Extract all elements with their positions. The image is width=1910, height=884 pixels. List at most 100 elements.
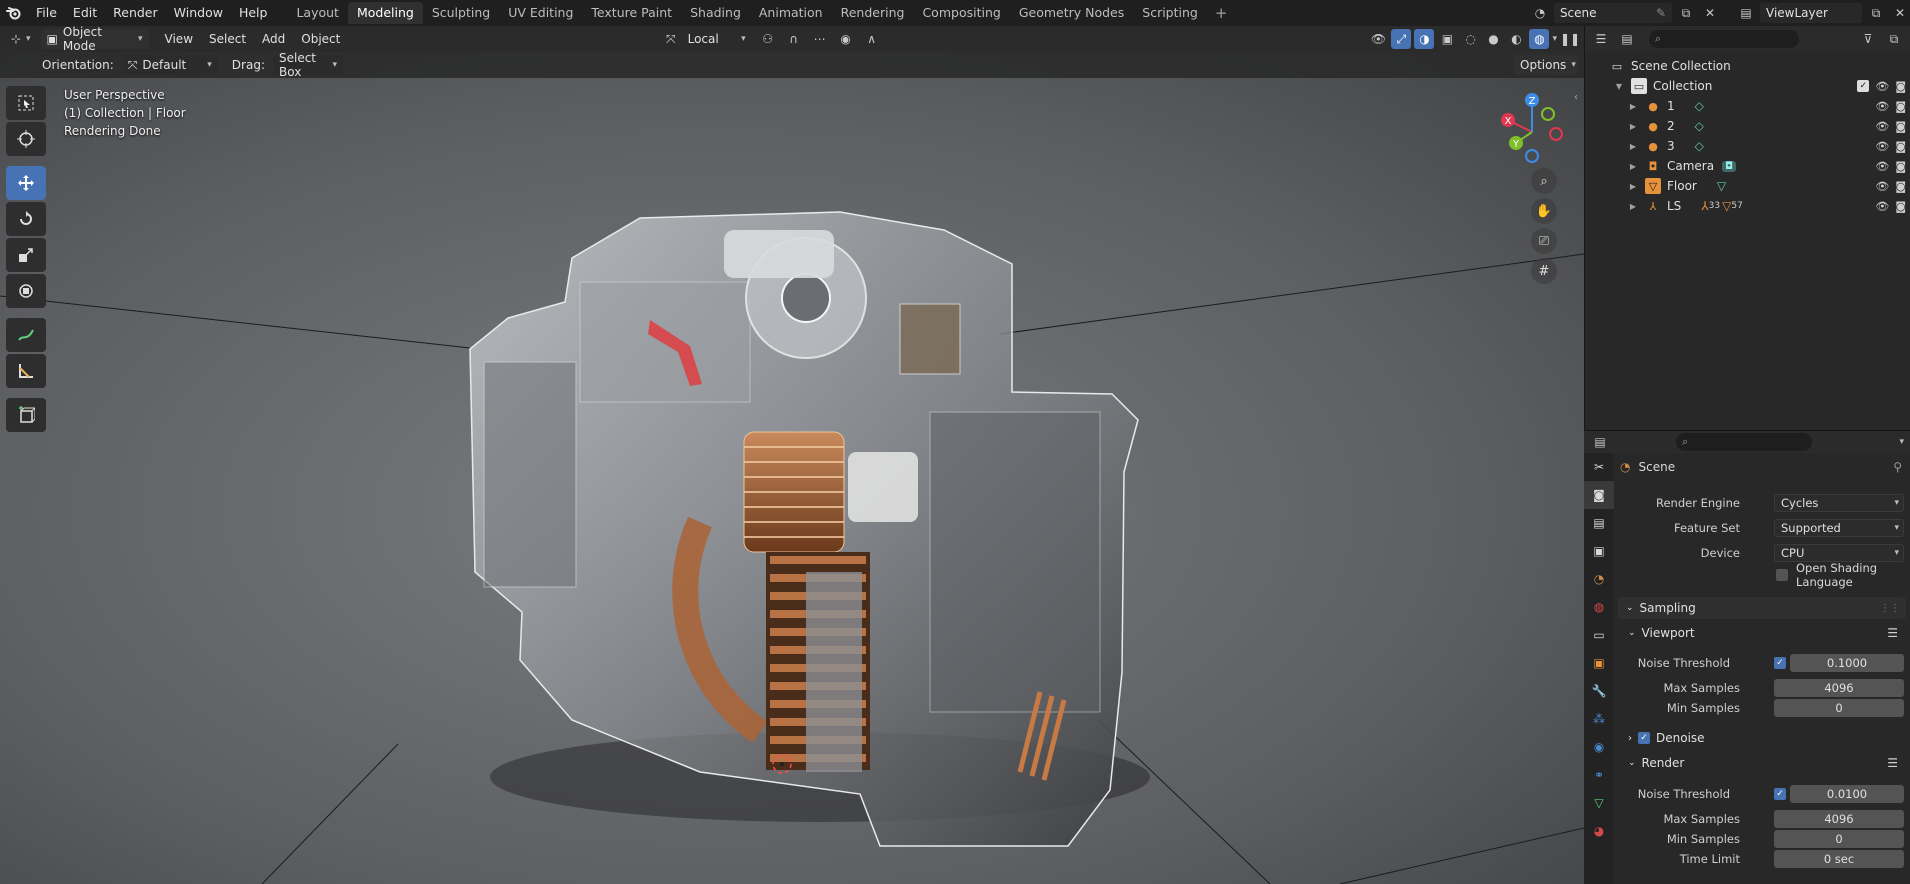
tab-compositing[interactable]: Compositing (913, 2, 1009, 24)
measure-tool-icon[interactable] (6, 354, 46, 388)
transform-tool-icon[interactable] (6, 274, 46, 308)
pin-icon[interactable]: ⚲ (1893, 460, 1902, 474)
render-camera-icon[interactable]: ◙ (1895, 120, 1906, 133)
collapse-icon[interactable]: ▼ (1613, 82, 1625, 91)
exclude-checkbox-icon[interactable]: ✓ (1857, 79, 1870, 92)
view-layer-field[interactable]: ViewLayer (1760, 3, 1862, 23)
delete-scene-icon[interactable]: ✕ (1700, 3, 1720, 23)
eye-icon[interactable]: 👁 (1875, 180, 1889, 193)
navigation-gizmo[interactable]: Z X Y (1490, 88, 1570, 168)
render-camera-icon[interactable]: ◙ (1895, 140, 1906, 153)
eye-icon[interactable]: 👁 (1875, 160, 1889, 173)
menu-help[interactable]: Help (231, 0, 276, 26)
viewport-subpanel-header[interactable]: ⌄ Viewport ☰ (1628, 623, 1906, 643)
xray-icon[interactable]: ▣ (1437, 29, 1457, 49)
gizmo-toggle-icon[interactable]: ⤢ (1391, 29, 1412, 49)
chevron-down-icon[interactable]: ▾ (1899, 437, 1904, 447)
shading-wireframe-icon[interactable]: ◌ (1460, 29, 1480, 49)
outliner-item[interactable]: ▶ ● 2 ◇ 👁 ◙ (1585, 116, 1910, 136)
render-camera-icon[interactable]: ◙ (1895, 180, 1906, 193)
tab-uv-editing[interactable]: UV Editing (499, 2, 582, 24)
eye-icon[interactable]: 👁 (1875, 80, 1889, 93)
select-box-tool-icon[interactable] (6, 86, 46, 120)
physics-tab-icon[interactable]: ◉ (1584, 733, 1614, 761)
r-noise-field[interactable]: 0.0100 (1790, 785, 1904, 803)
render-tab-icon[interactable]: ◙ (1584, 481, 1614, 509)
render-camera-icon[interactable]: ◙ (1895, 80, 1906, 93)
r-min-field[interactable]: 0 (1774, 830, 1904, 848)
vp-noise-field[interactable]: 0.1000 (1790, 654, 1904, 672)
add-cube-tool-icon[interactable] (6, 398, 46, 432)
filter-icon[interactable]: ⊽ (1858, 29, 1878, 49)
presets-list-icon[interactable]: ☰ (1887, 756, 1898, 770)
feature-set-dropdown[interactable]: Supported ▾ (1774, 519, 1904, 537)
output-tab-icon[interactable]: ▤ (1584, 509, 1614, 537)
osl-checkbox[interactable] (1776, 569, 1788, 581)
camera-view-icon[interactable]: ⎚ (1531, 228, 1557, 254)
new-scene-icon[interactable]: ⧉ (1676, 3, 1696, 23)
tab-modeling[interactable]: Modeling (347, 2, 423, 24)
scene-tab-icon[interactable]: ◔ (1584, 565, 1614, 593)
drag-handle-icon[interactable]: ⋮⋮ (1880, 603, 1900, 614)
render-subpanel-header[interactable]: ⌄ Render ☰ (1628, 753, 1906, 773)
scene-field[interactable]: Scene ✎ (1553, 3, 1672, 23)
constraints-tab-icon[interactable]: ⚭ (1584, 761, 1614, 789)
transform-orientation-icon[interactable]: ⤧ (666, 32, 676, 47)
cursor-tool-icon[interactable] (6, 122, 46, 156)
denoise-subpanel-header[interactable]: › ✓ Denoise (1628, 728, 1906, 748)
shading-material-icon[interactable]: ◐ (1506, 29, 1526, 49)
zoom-icon[interactable]: ⌕ (1531, 168, 1557, 194)
tab-layout[interactable]: Layout (287, 2, 348, 24)
object-tab-icon[interactable]: ▣ (1584, 649, 1614, 677)
tab-rendering[interactable]: Rendering (832, 2, 914, 24)
view-layer-tab-icon[interactable]: ▣ (1584, 537, 1614, 565)
transform-orientation-dropdown[interactable]: Local ▾ (681, 29, 752, 49)
new-view-layer-icon[interactable]: ⧉ (1866, 3, 1886, 23)
move-tool-icon[interactable] (6, 166, 46, 200)
menu-select[interactable]: Select (201, 32, 254, 46)
options-dropdown[interactable]: Options ▾ (1514, 55, 1578, 75)
properties-editor-type-icon[interactable]: ▤ (1590, 432, 1610, 452)
material-tab-icon[interactable]: ◕ (1584, 817, 1614, 845)
pause-render-icon[interactable]: ❚❚ (1560, 29, 1580, 49)
tab-scripting[interactable]: Scripting (1133, 2, 1207, 24)
r-noise-checkbox[interactable]: ✓ (1774, 788, 1786, 800)
collection-tab-icon[interactable]: ▭ (1584, 621, 1614, 649)
expand-icon[interactable]: ▶ (1627, 202, 1639, 211)
properties-search-input[interactable]: ⌕ (1676, 433, 1812, 451)
menu-object[interactable]: Object (293, 32, 348, 46)
vp-min-field[interactable]: 0 (1774, 699, 1904, 717)
modifier-tab-icon[interactable]: 🔧 (1584, 677, 1614, 705)
overlay-toggle-icon[interactable]: ◑ (1414, 29, 1435, 49)
render-engine-dropdown[interactable]: Cycles ▾ (1774, 494, 1904, 512)
eye-icon[interactable]: 👁 (1875, 140, 1889, 153)
ortho-grid-icon[interactable]: # (1531, 258, 1557, 284)
world-tab-icon[interactable]: ◍ (1584, 593, 1614, 621)
expand-icon[interactable]: ▶ (1627, 162, 1639, 171)
editor-type-caret-icon[interactable]: ▾ (26, 34, 31, 44)
visibility-icon[interactable]: 👁 (1368, 29, 1388, 49)
sidebar-toggle-icon[interactable]: ‹ (1574, 92, 1578, 103)
outliner-item[interactable]: ▶ ● 3 ◇ 👁 ◙ (1585, 136, 1910, 156)
tab-texture-paint[interactable]: Texture Paint (582, 2, 681, 24)
outliner-item[interactable]: ▶ ● 1 ◇ 👁 ◙ (1585, 96, 1910, 116)
shading-solid-icon[interactable]: ● (1483, 29, 1503, 49)
tool-tab-icon[interactable]: ✂ (1584, 453, 1614, 481)
pivot-icon[interactable]: ⚇ (758, 29, 778, 49)
outliner-item[interactable]: ▶ ⅄ LS ⅄ 33 ▽ 57 👁 ◙ (1585, 196, 1910, 216)
new-collection-icon[interactable]: ⧉ (1884, 29, 1904, 49)
menu-view[interactable]: View (157, 32, 201, 46)
tab-animation[interactable]: Animation (750, 2, 832, 24)
device-dropdown[interactable]: CPU ▾ (1774, 544, 1904, 562)
presets-list-icon[interactable]: ☰ (1887, 626, 1898, 640)
snap-icon[interactable]: ∩ (784, 29, 804, 49)
tab-geometry-nodes[interactable]: Geometry Nodes (1010, 2, 1133, 24)
proportional-edit-icon[interactable]: ◉ (836, 29, 856, 49)
eye-icon[interactable]: 👁 (1875, 100, 1889, 113)
sampling-panel-header[interactable]: ⌄ Sampling ⋮⋮ (1618, 597, 1906, 619)
scale-tool-icon[interactable] (6, 238, 46, 272)
pan-hand-icon[interactable]: ✋ (1531, 198, 1557, 224)
menu-edit[interactable]: Edit (65, 0, 105, 26)
annotate-tool-icon[interactable] (6, 318, 46, 352)
tab-shading[interactable]: Shading (681, 2, 750, 24)
